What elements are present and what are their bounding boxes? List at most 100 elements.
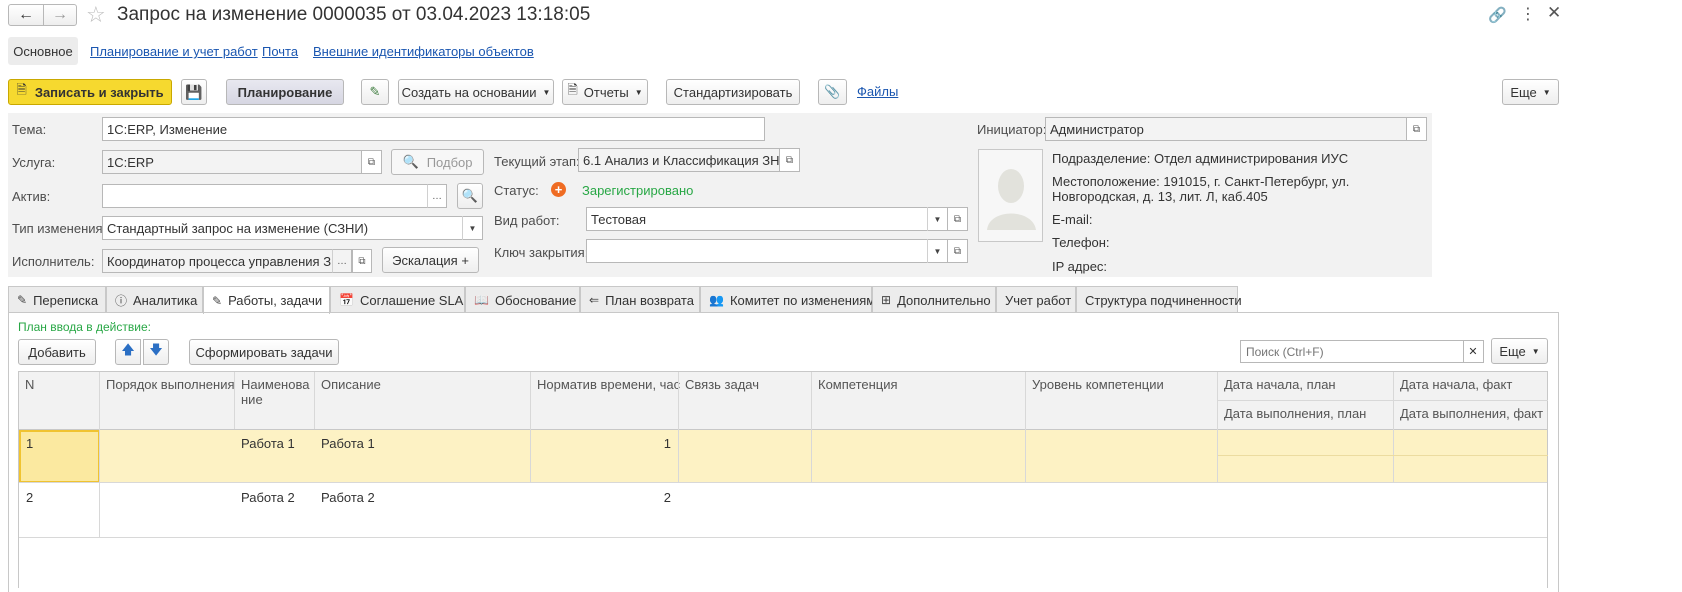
cell-norm: 1 (663, 436, 671, 451)
initiator-field[interactable]: Администратор (1045, 117, 1407, 141)
tab-label: Переписка (33, 292, 99, 308)
tab-additional[interactable]: ⊞ Дополнительно (872, 286, 996, 313)
col-name-2: ние (241, 392, 263, 407)
vid-dropdown-button[interactable]: ▼ (927, 207, 947, 231)
chevron-down-icon: ▼ (933, 246, 942, 256)
tab-sla[interactable]: 📅 Соглашение SLA (330, 286, 465, 313)
back-button[interactable]: ← (8, 4, 44, 26)
status-plus-icon[interactable]: + (551, 182, 566, 197)
link-icon[interactable]: 🔗 (1488, 6, 1507, 24)
info-icon: ⓘ (115, 293, 128, 308)
tip-label: Тип изменения: (12, 221, 107, 236)
reports-label: Отчеты (583, 84, 629, 100)
open-icon: ⧉ (953, 245, 962, 257)
table-more-button[interactable]: Еще ▼ (1491, 338, 1548, 364)
tab-label: Структура подчиненности (1085, 292, 1242, 308)
forward-button[interactable]: → (43, 4, 77, 26)
tab-return-plan[interactable]: ⇐ План возврата (580, 286, 700, 313)
isp-select-button[interactable]: … (332, 249, 352, 273)
reports-button[interactable]: 🗎 Отчеты ▼ (562, 79, 648, 105)
more-button[interactable]: Еще ▼ (1502, 79, 1559, 105)
initiator-location-1: Местоположение: 191015, г. Санкт-Петербу… (1052, 174, 1350, 189)
report-icon: 🗎 (567, 82, 578, 97)
page-title: Запрос на изменение 0000035 от 03.04.202… (117, 4, 591, 25)
cell-desc: Работа 2 (321, 490, 375, 505)
ellipsis-icon: … (337, 255, 347, 267)
key-field[interactable] (586, 239, 948, 263)
col-start-plan: Дата начала, план (1224, 377, 1336, 392)
col-done-fact: Дата выполнения, факт (1400, 406, 1544, 421)
col-link: Связь задач (685, 377, 760, 392)
podbor-button[interactable]: 🔍 Подбор (391, 149, 484, 175)
initiator-phone: Телефон: (1052, 235, 1110, 250)
move-up-button[interactable]: 🡅 (115, 339, 141, 365)
nav-tab-main[interactable]: Основное (8, 37, 78, 65)
vid-field[interactable]: Тестовая (586, 207, 948, 231)
more-vertical-icon[interactable]: ⋮ (1520, 4, 1536, 24)
tab-correspondence[interactable]: ✎ Переписка (8, 286, 106, 313)
form-tasks-button[interactable]: Сформировать задачи (189, 339, 339, 365)
col-divider (1393, 372, 1394, 482)
nav-tab-mail[interactable]: Почта (262, 44, 298, 59)
aktiv-field[interactable] (102, 184, 428, 208)
ellipsis-icon: … (432, 190, 442, 202)
planning-button[interactable]: Планирование (226, 79, 344, 105)
files-link[interactable]: Файлы (857, 84, 898, 99)
key-open-button[interactable]: ⧉ (948, 239, 968, 263)
document-icon: 🗎 (16, 82, 27, 97)
tab-analytics[interactable]: ⓘ Аналитика (106, 286, 203, 313)
chevron-down-icon: ▼ (1542, 87, 1551, 97)
col-start-fact: Дата начала, факт (1400, 377, 1513, 392)
tab-committee[interactable]: 👥 Комитет по изменениям (700, 286, 875, 313)
tab-works[interactable]: ✎ Работы, задачи (203, 286, 330, 314)
move-down-button[interactable]: 🡇 (143, 339, 169, 365)
isp-field[interactable]: Координатор процесса управления ЗНИ (102, 249, 352, 273)
close-icon[interactable]: ✕ (1547, 3, 1561, 23)
key-dropdown-button[interactable]: ▼ (927, 239, 947, 263)
status-value: Зарегистрировано (582, 183, 694, 198)
tab-structure[interactable]: Структура подчиненности (1076, 286, 1242, 313)
add-button[interactable]: Добавить (18, 339, 96, 365)
tip-field[interactable]: Стандартный запрос на изменение (СЗНИ) (102, 216, 483, 240)
stage-field[interactable]: 6.1 Анализ и Классификация ЗНИ (578, 148, 780, 172)
tab-label: Аналитика (133, 292, 198, 308)
col-divider (1217, 372, 1218, 482)
table-more-label: Еще (1499, 343, 1526, 359)
aktiv-search-button[interactable]: 🔍 (457, 183, 483, 209)
star-icon[interactable]: ☆ (86, 2, 106, 28)
attach-button[interactable]: 📎 (818, 79, 847, 105)
col-divider (1025, 372, 1026, 482)
tema-field[interactable]: 1С:ERP, Изменение (102, 117, 765, 141)
sign-button[interactable]: ✎ (361, 79, 389, 105)
col-divider (530, 372, 531, 482)
aktiv-select-button[interactable]: … (427, 184, 447, 208)
escalation-button[interactable]: Эскалация + (382, 247, 479, 273)
initiator-ip: IP адрес: (1052, 259, 1108, 274)
pen-icon: ✎ (369, 84, 381, 99)
usluga-label: Услуга: (12, 155, 56, 170)
tab-label: Работы, задачи (228, 293, 323, 308)
cell-name: Работа 1 (241, 436, 295, 451)
tab-label: Соглашение SLA (359, 292, 464, 308)
usluga-open-button[interactable]: ⧉ (362, 150, 382, 174)
plus-box-icon: ⊞ (881, 293, 892, 307)
vid-open-button[interactable]: ⧉ (948, 207, 968, 231)
col-divider (99, 372, 100, 537)
nav-tab-planning[interactable]: Планирование и учет работ (90, 44, 258, 59)
tip-dropdown-button[interactable]: ▼ (462, 216, 482, 240)
search-input[interactable] (1240, 340, 1464, 363)
tab-work-accounting[interactable]: Учет работ (996, 286, 1076, 313)
usluga-field[interactable]: 1С:ERP (102, 150, 362, 174)
isp-label: Исполнитель: (12, 254, 95, 269)
stage-open-button[interactable]: ⧉ (780, 148, 800, 172)
search-clear-button[interactable]: ✕ (1463, 340, 1484, 363)
nav-tab-external-ids[interactable]: Внешние идентификаторы объектов (313, 44, 534, 59)
standardize-button[interactable]: Стандартизировать (666, 79, 800, 105)
initiator-open-button[interactable]: ⧉ (1407, 117, 1427, 141)
tab-justification[interactable]: 📖 Обоснование (465, 286, 580, 313)
save-button[interactable]: 💾 (181, 79, 207, 105)
save-close-button[interactable]: 🗎 Записать и закрыть (8, 79, 172, 105)
create-based-button[interactable]: Создать на основании ▼ (398, 79, 554, 105)
isp-open-button[interactable]: ⧉ (352, 249, 372, 273)
cell-n: 2 (26, 490, 34, 505)
